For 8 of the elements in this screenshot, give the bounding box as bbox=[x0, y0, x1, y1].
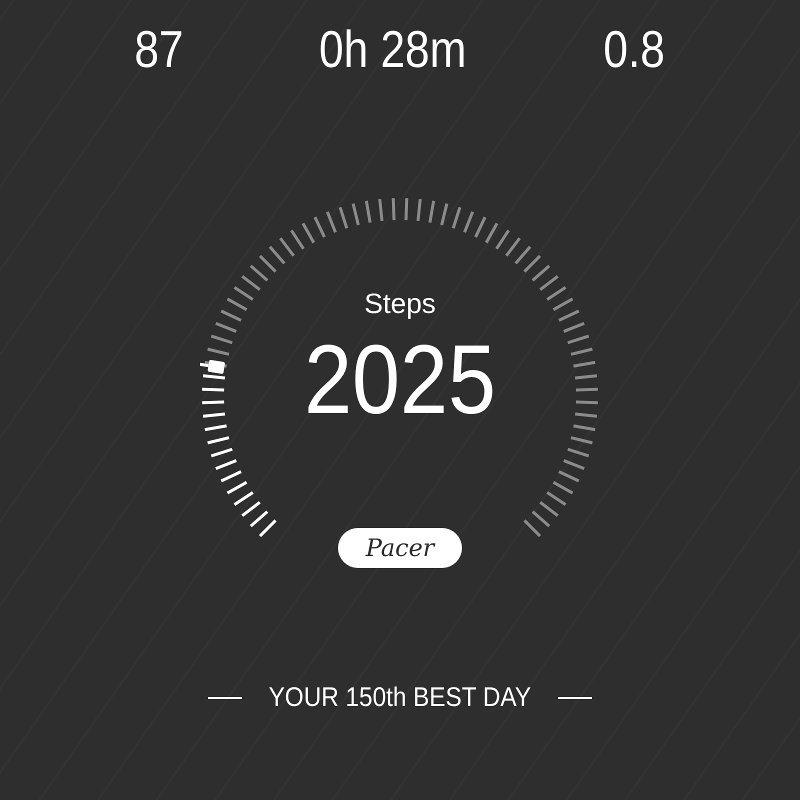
steps-count: 2025 bbox=[304, 324, 496, 434]
pacer-logo: Pacer bbox=[338, 528, 462, 568]
steps-label: Steps bbox=[364, 288, 436, 320]
stat-value: 87 bbox=[134, 22, 184, 78]
stat-value: 0.8 bbox=[603, 22, 665, 78]
best-day-rank: YOUR 150th BEST DAY bbox=[268, 682, 532, 713]
progress-marker bbox=[200, 360, 226, 374]
stat-value: 0h 28m bbox=[319, 22, 466, 78]
